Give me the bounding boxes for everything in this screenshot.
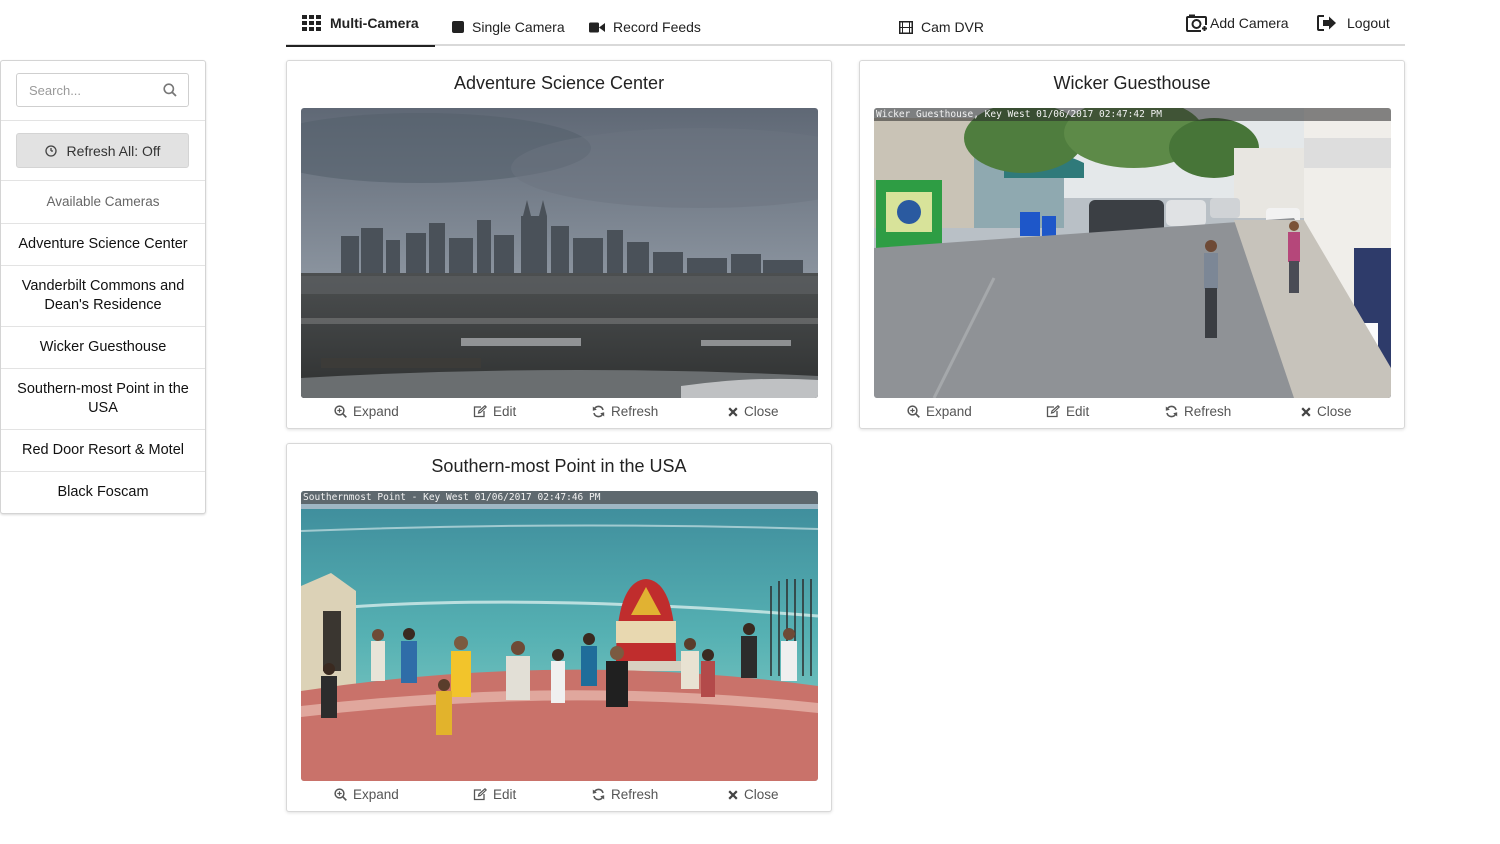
camera-card: Southern-most Point in the USA Southernm… — [286, 443, 832, 812]
search-icon[interactable] — [163, 83, 177, 97]
edit-icon — [1046, 405, 1060, 418]
camera-timestamp: Wicker Guesthouse, Key West 01/06/2017 0… — [874, 108, 1391, 121]
edit-icon — [473, 405, 487, 418]
tab-single-camera-label: Single Camera — [472, 19, 565, 35]
zoom-in-icon — [334, 788, 347, 801]
video-camera-icon — [589, 22, 605, 32]
camera-feed-image[interactable]: Wicker Guesthouse, Key West 01/06/2017 0… — [874, 108, 1391, 398]
camera-list: Adventure Science Center Vanderbilt Comm… — [1, 223, 205, 513]
refresh-label: Refresh — [1184, 404, 1232, 419]
expand-label: Expand — [926, 404, 972, 419]
close-icon — [728, 789, 738, 800]
refresh-icon — [592, 788, 605, 801]
camera-card-title: Wicker Guesthouse — [1053, 73, 1211, 93]
expand-label: Expand — [353, 787, 399, 802]
tab-record-feeds[interactable]: Record Feeds — [589, 4, 701, 50]
sidebar-divider — [1, 120, 205, 121]
tab-cam-dvr[interactable]: Cam DVR — [899, 4, 984, 50]
clock-icon — [44, 144, 57, 157]
close-label: Close — [744, 787, 779, 802]
camera-list-item[interactable]: Black Foscam — [1, 471, 205, 513]
refresh-all-label: Refresh All: Off — [66, 142, 161, 159]
beach-crowd-image — [301, 491, 818, 781]
refresh-button[interactable]: Refresh — [592, 404, 658, 419]
close-icon — [1301, 406, 1311, 417]
refresh-icon — [1165, 405, 1178, 418]
expand-label: Expand — [353, 404, 399, 419]
refresh-label: Refresh — [611, 787, 659, 802]
close-icon — [728, 406, 738, 417]
tab-cam-dvr-label: Cam DVR — [921, 19, 985, 35]
logout-label: Logout — [1347, 15, 1390, 31]
top-nav: Multi-Camera Single Camera Record Feeds … — [286, 0, 1405, 47]
camera-feed-image[interactable] — [301, 108, 818, 398]
refresh-icon — [592, 405, 605, 418]
edit-button[interactable]: Edit — [473, 787, 516, 802]
sidebar-divider — [1, 180, 205, 181]
film-icon — [899, 20, 913, 34]
expand-button[interactable]: Expand — [334, 404, 399, 419]
camera-feed-image[interactable]: Southernmost Point - Key West 01/06/2017… — [301, 491, 818, 781]
city-skyline-image — [301, 108, 818, 398]
search-box — [16, 73, 189, 107]
close-button[interactable]: Close — [728, 787, 779, 802]
edit-button[interactable]: Edit — [473, 404, 516, 419]
logout-icon — [1317, 15, 1336, 31]
edit-button[interactable]: Edit — [1046, 404, 1089, 419]
camera-card-actions: Expand Edit Refresh Close — [860, 404, 1404, 426]
camera-list-item[interactable]: Vanderbilt Commons and Dean's Residence — [1, 265, 205, 326]
expand-button[interactable]: Expand — [907, 404, 972, 419]
edit-label: Edit — [493, 787, 517, 802]
camera-card-title: Southern-most Point in the USA — [431, 456, 687, 476]
close-label: Close — [744, 404, 779, 419]
tab-multi-camera-label: Multi-Camera — [330, 14, 419, 31]
camera-card-actions: Expand Edit Refresh Close — [287, 787, 831, 809]
edit-label: Edit — [1066, 404, 1090, 419]
camera-timestamp: Southernmost Point - Key West 01/06/2017… — [301, 491, 818, 504]
refresh-all-button[interactable]: Refresh All: Off — [16, 133, 189, 168]
close-label: Close — [1317, 404, 1352, 419]
search-input[interactable] — [29, 75, 169, 105]
edit-icon — [473, 788, 487, 801]
street-scene-image — [874, 108, 1391, 398]
grid-icon — [302, 14, 321, 31]
refresh-label: Refresh — [611, 404, 659, 419]
refresh-button[interactable]: Refresh — [1165, 404, 1231, 419]
square-icon — [452, 21, 464, 33]
close-button[interactable]: Close — [728, 404, 779, 419]
camera-list-item[interactable]: Red Door Resort & Motel — [1, 429, 205, 471]
camera-list-item[interactable]: Southern-most Point in the USA — [1, 368, 205, 429]
tab-single-camera[interactable]: Single Camera — [452, 4, 565, 50]
add-camera-label: Add Camera — [1210, 15, 1289, 31]
add-camera-button[interactable]: Add Camera — [1186, 0, 1289, 46]
zoom-in-icon — [907, 405, 920, 418]
logout-button[interactable]: Logout — [1317, 0, 1390, 46]
camera-list-item[interactable]: Adventure Science Center — [1, 223, 205, 265]
tab-multi-camera[interactable]: Multi-Camera — [286, 0, 435, 47]
camera-list-item[interactable]: Wicker Guesthouse — [1, 326, 205, 368]
refresh-button[interactable]: Refresh — [592, 787, 658, 802]
close-button[interactable]: Close — [1301, 404, 1352, 419]
expand-button[interactable]: Expand — [334, 787, 399, 802]
sidebar: Refresh All: Off Available Cameras Adven… — [0, 60, 206, 514]
camera-card: Wicker Guesthouse Wicker Guesthouse, Key… — [859, 60, 1405, 429]
tab-record-feeds-label: Record Feeds — [613, 19, 701, 35]
camera-card-actions: Expand Edit Refresh Close — [287, 404, 831, 426]
available-cameras-heading: Available Cameras — [46, 194, 160, 209]
zoom-in-icon — [334, 405, 347, 418]
add-camera-icon — [1186, 14, 1208, 32]
edit-label: Edit — [493, 404, 517, 419]
camera-card-title: Adventure Science Center — [453, 73, 665, 93]
camera-card: Adventure Science Center Expand Edit Ref… — [286, 60, 832, 429]
